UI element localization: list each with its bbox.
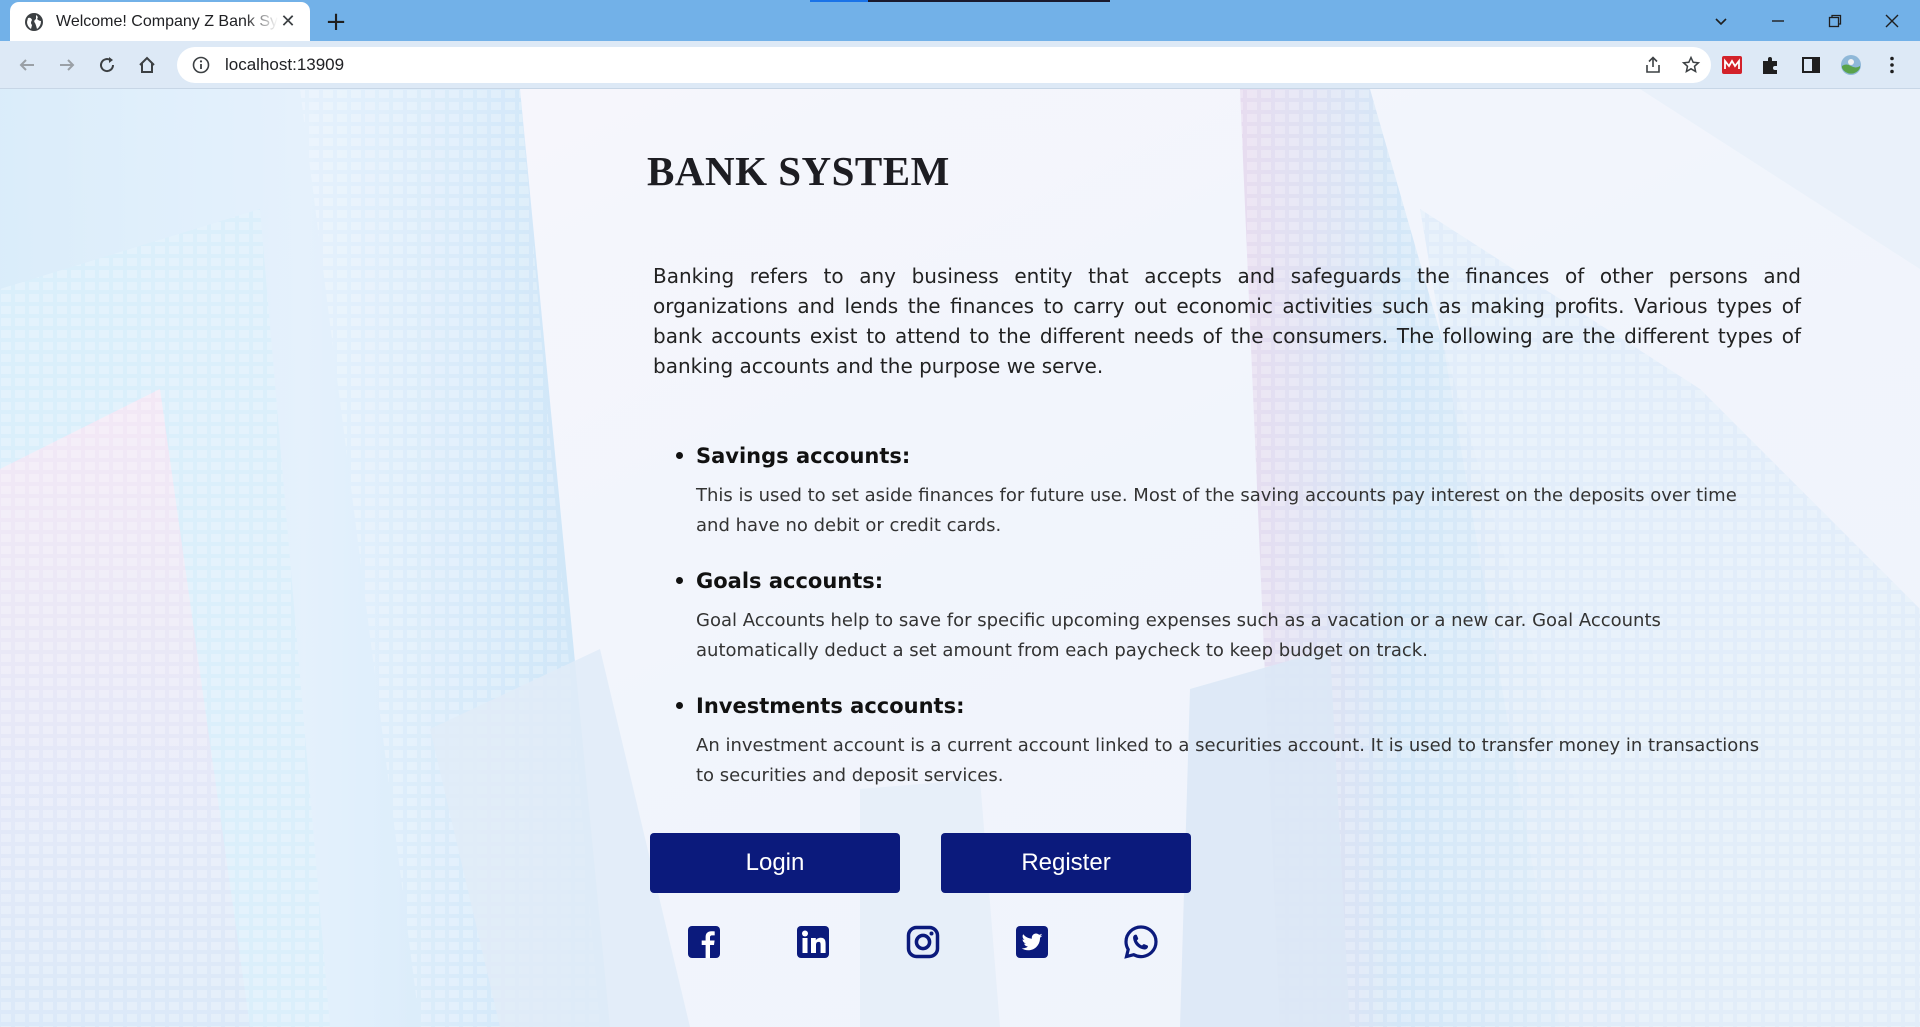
info-icon[interactable] <box>191 55 211 75</box>
restore-icon[interactable] <box>1806 0 1863 41</box>
account-title: Savings accounts: <box>696 444 911 468</box>
browser-menu-icon[interactable] <box>1874 47 1910 83</box>
home-icon <box>139 56 155 73</box>
forward-button[interactable] <box>50 48 84 82</box>
side-panel-icon[interactable] <box>1793 47 1829 83</box>
extension-red-icon[interactable] <box>1714 47 1750 83</box>
back-arrow-icon <box>19 58 34 71</box>
close-window-icon[interactable] <box>1863 0 1920 41</box>
url-text[interactable]: localhost:13909 <box>225 55 344 75</box>
home-button[interactable] <box>130 48 164 82</box>
page-title: BANK SYSTEM <box>647 148 950 194</box>
twitter-icon[interactable] <box>1014 924 1050 960</box>
window-controls <box>1692 0 1920 41</box>
account-description: This is used to set aside finances for f… <box>696 485 1737 536</box>
intro-paragraph: Banking refers to any business entity th… <box>653 264 1801 378</box>
linkedin-icon[interactable] <box>795 924 831 960</box>
address-bar-actions <box>1643 47 1701 83</box>
instagram-icon[interactable] <box>905 924 941 960</box>
login-button[interactable]: Login <box>650 833 900 893</box>
whatsapp-icon[interactable] <box>1123 924 1159 960</box>
extensions-puzzle-icon[interactable] <box>1753 47 1789 83</box>
list-item: Investments accounts: An investment acco… <box>676 691 1816 791</box>
account-title: Investments accounts: <box>696 694 965 718</box>
loading-indicator <box>810 0 1110 2</box>
share-icon[interactable] <box>1643 55 1663 75</box>
account-types-list: Savings accounts: This is used to set as… <box>676 441 1816 816</box>
bullet-icon <box>676 577 683 584</box>
profile-avatar[interactable] <box>1833 47 1869 83</box>
list-item: Goals accounts: Goal Accounts help to sa… <box>676 566 1816 666</box>
bullet-icon <box>676 702 683 709</box>
browser-titlebar: Welcome! Company Z Bank System ✕ + <box>0 0 1920 41</box>
reload-button[interactable] <box>90 48 124 82</box>
tab-title: Welcome! Company Z Bank System <box>56 12 278 30</box>
page-viewport: BANK SYSTEM Banking refers to any busine… <box>0 89 1920 1027</box>
minimize-icon[interactable] <box>1749 0 1806 41</box>
list-item: Savings accounts: This is used to set as… <box>676 441 1816 541</box>
reload-icon <box>100 56 115 72</box>
address-bar[interactable]: localhost:13909 <box>177 47 1711 83</box>
bookmark-star-icon[interactable] <box>1681 55 1701 75</box>
tab-close-icon[interactable]: ✕ <box>278 11 298 32</box>
back-button[interactable] <box>10 48 44 82</box>
browser-tab[interactable]: Welcome! Company Z Bank System ✕ <box>10 2 310 41</box>
tab-search-icon[interactable] <box>1692 0 1749 41</box>
forward-arrow-icon <box>60 58 75 71</box>
account-description: An investment account is a current accou… <box>696 735 1760 786</box>
main-content: BANK SYSTEM Banking refers to any busine… <box>0 89 1920 1027</box>
globe-icon <box>25 12 43 31</box>
register-button[interactable]: Register <box>941 833 1191 893</box>
browser-toolbar: localhost:13909 <box>0 41 1920 89</box>
new-tab-button[interactable]: + <box>322 7 350 37</box>
account-title: Goals accounts: <box>696 569 884 593</box>
bullet-icon <box>676 452 683 459</box>
facebook-icon[interactable] <box>686 924 722 960</box>
account-description: Goal Accounts help to save for specific … <box>696 610 1661 661</box>
